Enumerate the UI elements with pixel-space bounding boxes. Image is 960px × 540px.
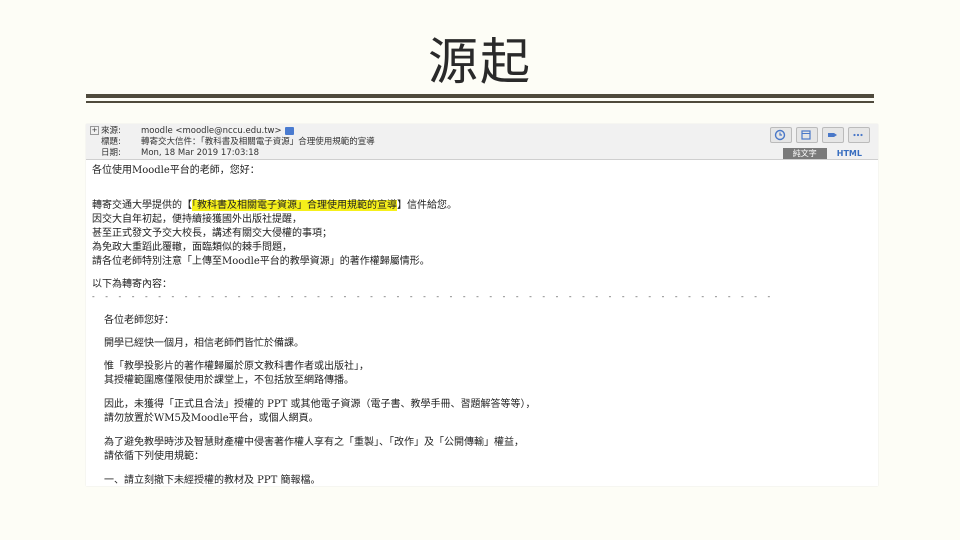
paragraph-4-line: 請依循下列使用規範： bbox=[104, 451, 204, 462]
date-row: 日期: Mon, 18 Mar 2019 17:03:18 bbox=[101, 148, 259, 159]
subject-value: 轉寄交大信件：「教科書及相關電子資源」合理使用規範的宣導 bbox=[141, 137, 375, 147]
from-value[interactable]: moodle <moodle@nccu.edu.tw> bbox=[141, 126, 282, 136]
title-divider-thin bbox=[86, 101, 874, 103]
more-icon[interactable] bbox=[848, 127, 870, 143]
paragraph-3-line: 因此，未獲得「正式且合法」授權的 PPT 或其他電子資源（電子書、教學手冊、習題… bbox=[104, 399, 536, 410]
reason-line: 甚至正式發文予交大校長，講述有關交大侵權的事項； bbox=[92, 228, 332, 239]
paragraph-1: 開學已經快一個月，相信老師們皆忙於備課。 bbox=[104, 338, 304, 349]
contact-card-icon[interactable] bbox=[284, 126, 294, 135]
reason-line: 因交大自年初起，便持續接獲國外出版社提醒， bbox=[92, 214, 302, 225]
subject-row: 標題: 轉寄交大信件：「教科書及相關電子資源」合理使用規範的宣導 bbox=[101, 137, 375, 148]
tag-icon[interactable] bbox=[822, 127, 844, 143]
reason-line: 請各位老師特別注意「上傳至Moodle平台的教學資源」的著作權歸屬情形。 bbox=[92, 256, 430, 267]
paragraph-4-line: 為了避免教學時涉及智慧財產權中侵害著作權人享有之「重製」、「改作」及「公開傳輸」… bbox=[104, 437, 524, 448]
slide-title: 源起 bbox=[428, 33, 532, 91]
tab-html[interactable]: HTML bbox=[827, 148, 872, 159]
email-screenshot: + 來源: moodle <moodle@nccu.edu.tw> 標題: 轉寄交大信… bbox=[86, 124, 878, 486]
date-value: Mon, 18 Mar 2019 17:03:18 bbox=[141, 148, 260, 158]
clock-icon[interactable] bbox=[770, 127, 792, 143]
paragraph-3-line: 請勿放置於WM5及Moodle平台，或個人網頁。 bbox=[104, 413, 319, 424]
highlighted-subject: 「教科書及相關電子資源」合理使用規範的宣導 bbox=[192, 200, 397, 211]
from-label: 來源: bbox=[101, 126, 121, 136]
paragraph-2-line: 惟「教學投影片的著作權歸屬於原文教科書作者或出版社」， bbox=[104, 361, 369, 372]
forward-prefix: 轉寄交通大學提供的【 bbox=[92, 200, 192, 211]
view-tabs: 純文字 HTML bbox=[782, 148, 872, 159]
toolbar bbox=[766, 127, 870, 143]
paragraph-2-line: 其授權範圍應僅限使用於課堂上，不包括放至網路傳播。 bbox=[104, 375, 354, 386]
rule-1: 一、請立刻撤下未經授權的教材及 PPT 簡報檔。 bbox=[104, 475, 321, 486]
calendar-icon[interactable] bbox=[796, 127, 818, 143]
inner-greeting: 各位老師您好： bbox=[104, 315, 174, 326]
subject-label: 標題: bbox=[101, 137, 121, 147]
greeting: 各位使用Moodle平台的老師，您好： bbox=[92, 165, 260, 176]
forward-notice: 轉寄交通大學提供的【「教科書及相關電子資源」合理使用規範的宣導】信件給您。 bbox=[92, 199, 457, 213]
expand-icon[interactable]: + bbox=[90, 126, 99, 135]
reason-line: 為免政大重蹈此覆轍，面臨類似的棘手問題， bbox=[92, 242, 292, 253]
from-row: + 來源: moodle <moodle@nccu.edu.tw> bbox=[90, 126, 294, 137]
date-label: 日期: bbox=[101, 148, 121, 158]
divider-line: - - - - - - - - - - - - - - - - - - - - … bbox=[92, 292, 775, 301]
email-header: + 來源: moodle <moodle@nccu.edu.tw> 標題: 轉寄交大信… bbox=[86, 124, 878, 160]
forward-suffix: 】信件給您。 bbox=[397, 200, 457, 211]
title-divider-thick bbox=[86, 94, 874, 98]
tab-plain-text[interactable]: 純文字 bbox=[782, 148, 827, 159]
